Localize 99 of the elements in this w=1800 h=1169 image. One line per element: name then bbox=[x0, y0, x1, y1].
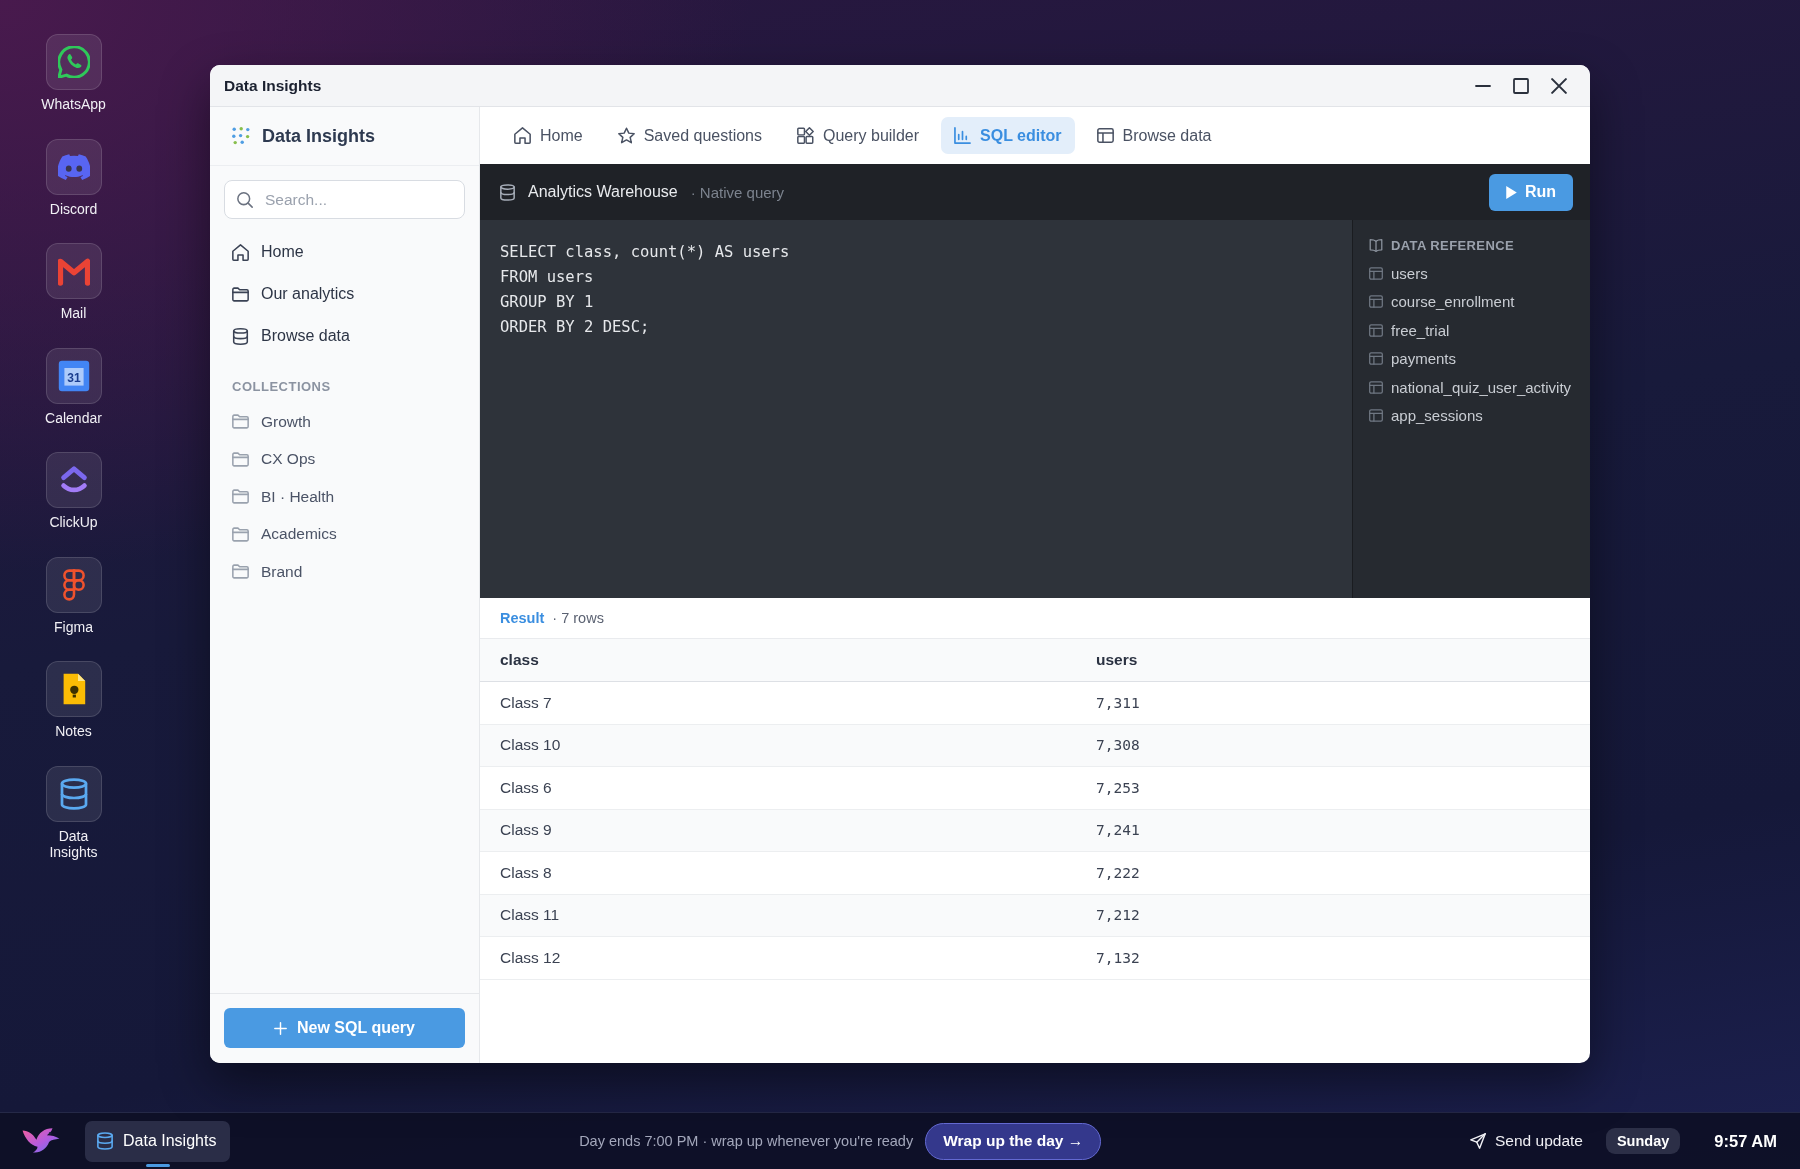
folder-icon bbox=[232, 414, 249, 430]
table-icon bbox=[1096, 127, 1114, 144]
table-cell: 7,132 bbox=[1096, 949, 1140, 966]
table-cell: Class 11 bbox=[500, 906, 560, 925]
send-update-button[interactable]: Send update bbox=[1470, 1132, 1583, 1150]
table-list-item[interactable]: course_enrollment bbox=[1369, 287, 1580, 316]
search-field[interactable]: Search... bbox=[224, 180, 465, 219]
app-title: Data Insights bbox=[262, 125, 376, 147]
nav-item[interactable]: Home bbox=[210, 231, 479, 273]
plus-icon bbox=[274, 1021, 287, 1035]
table-cell: 7,212 bbox=[1096, 907, 1140, 924]
database-icon bbox=[500, 183, 515, 201]
note-icon[interactable] bbox=[45, 661, 102, 717]
table-cell: 7,311 bbox=[1096, 694, 1140, 711]
mail-icon[interactable] bbox=[45, 243, 102, 299]
collection-item[interactable]: Growth bbox=[210, 403, 479, 441]
home-icon bbox=[514, 127, 531, 144]
game-controller-icon[interactable] bbox=[45, 138, 102, 195]
database-name: Analytics Warehouse bbox=[528, 183, 678, 201]
home-icon bbox=[232, 243, 249, 261]
search-icon bbox=[237, 191, 253, 208]
nav-item[interactable]: Our analytics bbox=[210, 273, 479, 315]
app-label: WhatsApp bbox=[41, 96, 106, 112]
column-header: class bbox=[500, 651, 539, 669]
code-line: FROM users bbox=[500, 267, 594, 288]
table-icon bbox=[1369, 323, 1383, 337]
table-cell: Class 12 bbox=[500, 948, 561, 967]
app-label: Mail bbox=[60, 305, 87, 321]
table-cell: Class 8 bbox=[500, 863, 552, 882]
nav-item[interactable]: Browse data bbox=[210, 315, 479, 357]
folder-icon bbox=[232, 564, 249, 580]
app-label: Figma bbox=[54, 618, 93, 635]
window-title: Data Insights bbox=[224, 76, 322, 95]
result-label: Result bbox=[500, 610, 545, 626]
folder-icon bbox=[232, 451, 249, 467]
table-icon bbox=[1369, 295, 1383, 309]
folder-icon bbox=[232, 489, 249, 505]
tab[interactable]: Query builder bbox=[784, 117, 933, 154]
bird-logo-icon[interactable] bbox=[22, 1126, 60, 1156]
code-editor[interactable]: SELECT class, count(*) AS users FROM users GROUP BY 1 ORDER BY 2 DESC; bbox=[480, 220, 1352, 598]
section-heading: COLLECTIONS bbox=[232, 379, 331, 395]
collection-item[interactable]: Brand bbox=[210, 553, 479, 591]
day-chip: Sunday bbox=[1605, 1128, 1681, 1154]
table-list-item[interactable]: app_sessions bbox=[1369, 401, 1580, 430]
chat-bubble-icon[interactable] bbox=[45, 34, 102, 90]
column-header: users bbox=[1096, 651, 1138, 669]
table-list-item[interactable]: free_trial bbox=[1369, 316, 1580, 345]
row-count: · 7 rows bbox=[552, 610, 604, 626]
table-list-item[interactable]: payments bbox=[1369, 344, 1580, 373]
table-icon bbox=[1369, 352, 1383, 366]
section-heading: DATA REFERENCE bbox=[1391, 237, 1515, 254]
chevron-icon[interactable] bbox=[45, 452, 102, 508]
dots-logo-icon bbox=[232, 127, 250, 145]
blocks-icon bbox=[797, 127, 814, 144]
database-icon bbox=[232, 327, 249, 345]
table-cell: 7,253 bbox=[1096, 779, 1140, 796]
collection-item[interactable]: CX Ops bbox=[210, 440, 479, 478]
app-label: ClickUp bbox=[49, 514, 98, 530]
shapes-icon[interactable] bbox=[45, 556, 102, 613]
bar-chart-icon bbox=[954, 127, 972, 144]
folder-icon bbox=[232, 285, 249, 303]
reminder-text: Day ends 7:00 PM · wrap up whenever you're ready bbox=[579, 1133, 914, 1149]
star-icon bbox=[617, 127, 635, 144]
close-icon[interactable] bbox=[1551, 77, 1567, 94]
calendar-icon[interactable]: 31 bbox=[45, 347, 102, 404]
wrap-up-button[interactable]: Wrap up the day → bbox=[925, 1122, 1102, 1160]
query-mode-label: · Native query bbox=[690, 183, 785, 201]
table-icon bbox=[1369, 266, 1383, 280]
tab[interactable]: Saved questions bbox=[604, 117, 775, 154]
code-line: SELECT class, count(*) AS users bbox=[500, 242, 790, 263]
app-label: Discord bbox=[49, 200, 98, 217]
book-icon bbox=[1369, 239, 1383, 252]
table-cell: 7,222 bbox=[1096, 864, 1140, 881]
table-icon bbox=[1369, 380, 1383, 394]
table-cell: Class 9 bbox=[500, 821, 552, 840]
folder-icon bbox=[232, 526, 249, 542]
table-cell: Class 6 bbox=[500, 778, 552, 797]
table-cell: 7,241 bbox=[1096, 822, 1140, 839]
play-icon bbox=[1505, 185, 1517, 199]
app-label: Notes bbox=[55, 723, 92, 739]
table-cell: Class 7 bbox=[500, 693, 552, 712]
code-line: ORDER BY 2 DESC; bbox=[500, 317, 650, 338]
maximize-icon[interactable] bbox=[1513, 77, 1529, 94]
table-icon bbox=[1369, 409, 1383, 423]
code-line: GROUP BY 1 bbox=[500, 292, 594, 313]
table-cell: 7,308 bbox=[1096, 737, 1140, 754]
app-label: Data Insights bbox=[48, 827, 99, 860]
table-list-item[interactable]: users bbox=[1369, 259, 1580, 288]
tab[interactable]: Home bbox=[501, 117, 596, 154]
database-icon[interactable] bbox=[45, 765, 102, 822]
send-icon bbox=[1470, 1133, 1487, 1149]
collection-item[interactable]: BI · Health bbox=[210, 478, 479, 516]
app-label: Calendar bbox=[45, 409, 102, 426]
database-icon bbox=[97, 1132, 113, 1150]
collection-item[interactable]: Academics bbox=[210, 515, 479, 553]
table-list-item[interactable]: national_quiz_user_activity bbox=[1369, 373, 1580, 402]
table-cell: Class 10 bbox=[500, 736, 561, 755]
tab[interactable]: Browse data bbox=[1083, 117, 1225, 154]
clock-time: 9:57 AM bbox=[1714, 1131, 1777, 1151]
